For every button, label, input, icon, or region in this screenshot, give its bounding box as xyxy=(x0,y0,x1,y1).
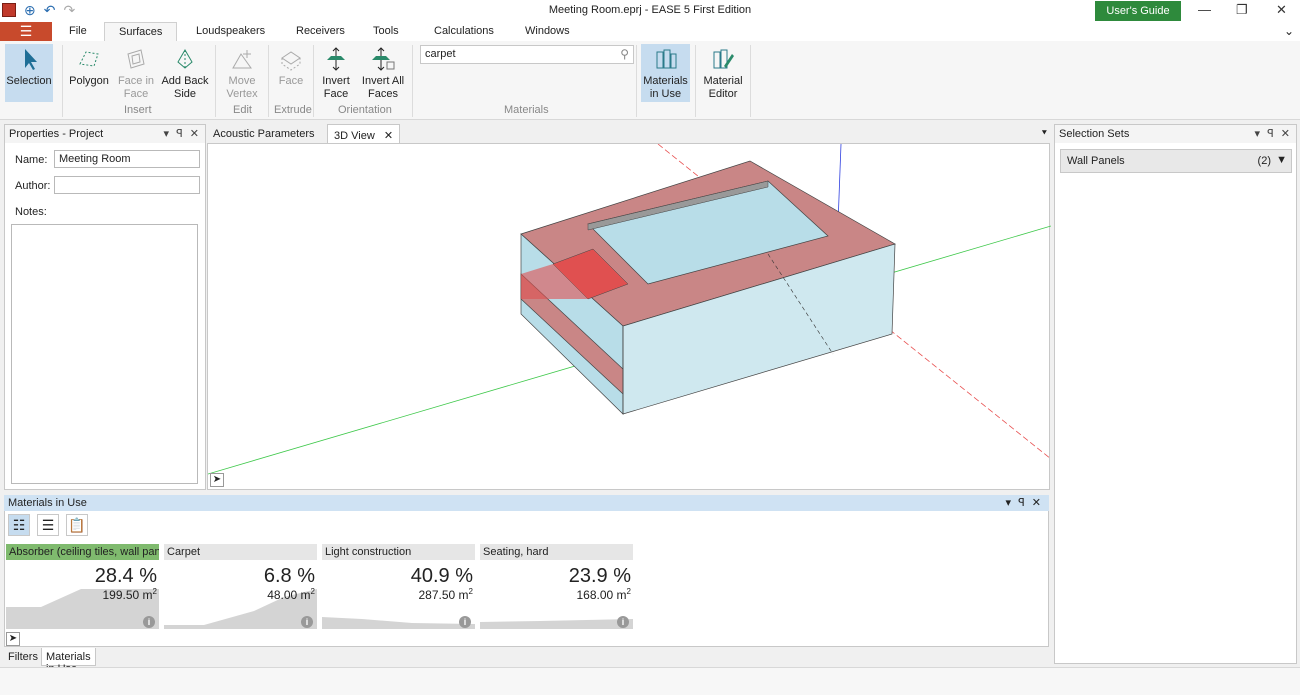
material-card[interactable]: Carpet 6.8 % 48.00 m2 i xyxy=(164,544,317,629)
info-icon[interactable]: i xyxy=(143,616,155,628)
menu-surfaces[interactable]: Surfaces xyxy=(104,22,178,42)
materials-in-use-button[interactable]: Materials in Use xyxy=(641,44,690,102)
author-field[interactable] xyxy=(54,176,200,194)
tab-menu-icon[interactable]: ⯆ xyxy=(1041,128,1048,139)
info-icon[interactable]: i xyxy=(459,616,471,628)
selection-set-count: (2) xyxy=(1257,155,1271,167)
group-orientation-label: Orientation xyxy=(338,104,392,116)
add-back-side-icon xyxy=(177,49,193,69)
menu-bar: ☰ File Surfaces Loudspeakers Receivers T… xyxy=(0,22,1300,42)
search-icon[interactable]: ⚲ xyxy=(620,47,629,61)
grid-view-icon[interactable]: ☷ xyxy=(8,514,30,536)
info-icon[interactable]: i xyxy=(301,616,313,628)
document-tab-bar: Acoustic Parameters 3D View ✕ ⯆ xyxy=(207,124,1050,144)
material-card-name: Light construction xyxy=(322,544,475,560)
selection-sets-header: Selection Sets ▾ ꟼ ✕ xyxy=(1055,125,1296,143)
name-label: Name: xyxy=(15,154,48,166)
group-materials-label: Materials xyxy=(504,104,549,116)
minimize-button[interactable]: — xyxy=(1198,2,1211,17)
material-card-name: Absorber (ceiling tiles, wall pan... xyxy=(6,544,159,560)
invert-all-faces-button[interactable]: Invert All Faces xyxy=(360,44,406,101)
menu-loudspeakers[interactable]: Loudspeakers xyxy=(196,25,265,37)
panel-controls[interactable]: ▾ ꟼ ✕ xyxy=(1006,496,1043,509)
material-editor-button[interactable]: Material Editor xyxy=(700,44,746,101)
face-extrude-button[interactable]: Face xyxy=(274,44,308,88)
3d-view-canvas[interactable]: ➤ xyxy=(207,143,1052,490)
tab-filters[interactable]: Filters xyxy=(4,648,42,666)
cursor-mode-icon[interactable]: ➤ xyxy=(210,473,224,487)
close-button[interactable]: ✕ xyxy=(1276,2,1287,18)
menu-file[interactable]: File xyxy=(69,25,87,37)
author-label: Author: xyxy=(15,180,51,192)
group-extrude-label: Extrude xyxy=(274,104,312,116)
name-field[interactable]: Meeting Room xyxy=(54,150,200,168)
panel-controls[interactable]: ▾ ꟼ ✕ xyxy=(1255,127,1292,140)
material-card-name: Carpet xyxy=(164,544,317,560)
status-bar xyxy=(0,667,1300,695)
restore-button[interactable]: ❐ xyxy=(1236,2,1248,18)
tab-materials-in-use[interactable]: Materials in Use xyxy=(41,648,96,675)
move-vertex-icon xyxy=(232,50,252,69)
selection-button[interactable]: Selection xyxy=(5,44,53,102)
menu-receivers[interactable]: Receivers xyxy=(296,25,345,37)
material-card[interactable]: Absorber (ceiling tiles, wall pan... 28.… xyxy=(6,544,159,629)
material-card[interactable]: Light construction 40.9 % 287.50 m2 i xyxy=(322,544,475,629)
title-bar: ⊕ ↶ ↷ Meeting Room.eprj - EASE 5 First E… xyxy=(0,0,1300,22)
list-view-icon[interactable]: ☰ xyxy=(37,514,59,536)
properties-panel: Properties - Project ▾ ꟼ ✕ Name: Meeting… xyxy=(4,124,206,490)
cursor-arrow-icon xyxy=(25,49,37,70)
selection-sets-panel: Selection Sets ▾ ꟼ ✕ xyxy=(1054,124,1297,664)
material-card[interactable]: Seating, hard 23.9 % 168.00 m2 i xyxy=(480,544,633,629)
polygon-icon xyxy=(79,51,99,67)
face-in-face-button[interactable]: Face in Face xyxy=(116,44,156,101)
invert-face-button[interactable]: Invert Face xyxy=(318,44,354,101)
selection-set-dropdown[interactable]: Wall Panels (2) ▼ xyxy=(1060,149,1292,173)
close-icon[interactable]: ✕ xyxy=(384,130,393,142)
extrude-face-icon xyxy=(281,51,301,71)
invert-face-icon xyxy=(327,47,345,71)
material-editor-icon xyxy=(713,49,734,69)
info-icon[interactable]: i xyxy=(617,616,629,628)
invert-all-faces-icon xyxy=(372,47,395,71)
hamburger-menu-icon[interactable]: ☰ xyxy=(0,22,52,41)
materials-in-use-header: Materials in Use ▾ ꟼ ✕ xyxy=(4,495,1049,511)
group-edit-label: Edit xyxy=(233,104,252,116)
dropdown-arrow-icon[interactable]: ▼ xyxy=(1276,154,1287,166)
group-insert-label: Insert xyxy=(124,104,152,116)
material-card-name: Seating, hard xyxy=(480,544,633,560)
face-in-face-icon xyxy=(127,49,145,69)
polygon-button[interactable]: Polygon xyxy=(67,44,111,88)
add-back-side-button[interactable]: Add Back Side xyxy=(160,44,210,101)
properties-panel-header: Properties - Project ▾ ꟼ ✕ xyxy=(5,125,205,143)
menu-windows[interactable]: Windows xyxy=(525,25,570,37)
materials-books-icon xyxy=(656,49,676,69)
menu-calculations[interactable]: Calculations xyxy=(434,25,494,37)
move-vertex-button[interactable]: Move Vertex xyxy=(220,44,264,101)
cursor-mode-icon[interactable]: ➤ xyxy=(6,632,20,646)
tab-3d-view[interactable]: 3D View ✕ xyxy=(327,124,401,144)
material-search-input[interactable]: carpet ⚲ xyxy=(420,45,634,64)
users-guide-button[interactable]: User's Guide xyxy=(1095,1,1181,21)
notes-field[interactable] xyxy=(11,224,198,484)
clipboard-icon[interactable]: 📋 xyxy=(66,514,88,536)
notes-label: Notes: xyxy=(15,206,47,218)
room-model-drawing xyxy=(207,143,1052,475)
panel-controls[interactable]: ▾ ꟼ ✕ xyxy=(164,127,201,140)
ribbon: Selection Polygon Face in Face Add Back … xyxy=(0,41,1300,120)
menu-tools[interactable]: Tools xyxy=(373,25,399,37)
chevron-down-icon[interactable]: ⌄ xyxy=(1284,24,1294,38)
tab-acoustic-parameters[interactable]: Acoustic Parameters xyxy=(207,124,320,144)
